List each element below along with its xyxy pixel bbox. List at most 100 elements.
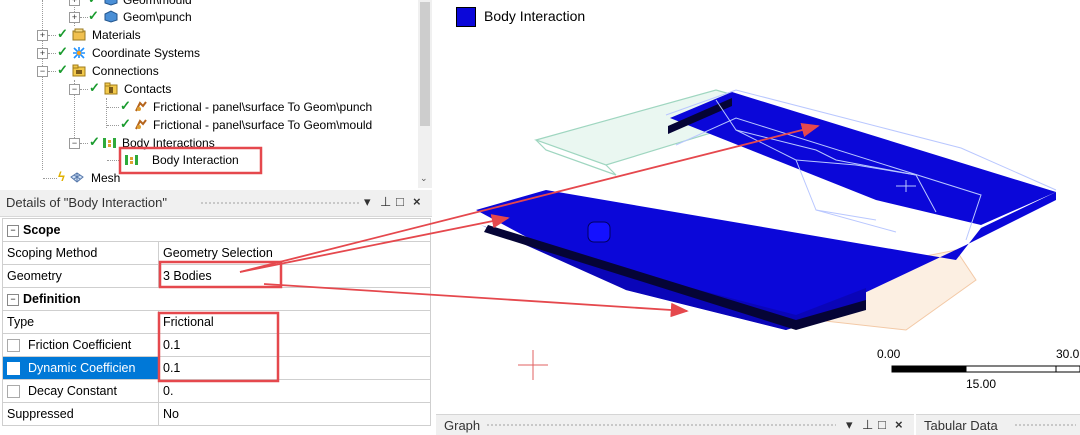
tree-connector (107, 125, 119, 126)
section-definition[interactable]: − Definition (2, 287, 431, 311)
row-suppressed[interactable]: Suppressed No (2, 402, 431, 426)
pin-icon[interactable]: ⊥ (380, 194, 391, 210)
tree-item-label: Coordinate Systems (92, 46, 201, 60)
details-title: Details of "Body Interaction" (6, 195, 167, 210)
tree-item-geom-punch[interactable]: + ✓ Geom\punch (0, 8, 418, 26)
row-friction-coefficient[interactable]: Friction Coefficient 0.1 (2, 333, 431, 357)
tree-connector (48, 35, 56, 36)
graphics-viewport[interactable]: Body Interaction 0.00 15.00 30.0 (436, 0, 1080, 410)
close-icon[interactable]: × (413, 194, 421, 209)
tree-connector (48, 71, 56, 72)
tree-item-body-interaction[interactable]: Body Interaction (0, 151, 418, 169)
tree-connector (80, 143, 88, 144)
section-scope[interactable]: − Scope (2, 218, 431, 242)
tree-item-coordinate-systems[interactable]: + ✓ Coordinate Systems (0, 44, 418, 62)
pin-icon[interactable]: ⊥ (862, 417, 873, 433)
expand-icon[interactable]: + (37, 30, 48, 41)
connections-folder-icon (72, 64, 86, 77)
parameter-checkbox[interactable] (7, 339, 20, 353)
header-grip (200, 201, 360, 205)
tree-item-label: Frictional - panel\surface To Geom\mould (153, 118, 373, 132)
property-name: Geometry (2, 264, 159, 288)
property-name-cell: Decay Constant (2, 379, 159, 403)
dropdown-icon[interactable]: ▾ (846, 417, 853, 433)
scroll-down-icon[interactable]: ⌄ (420, 173, 428, 184)
collapse-icon[interactable]: − (7, 293, 19, 306)
property-value[interactable]: Geometry Selection (158, 241, 431, 265)
expand-icon[interactable]: + (69, 12, 80, 23)
maximize-icon[interactable]: □ (396, 194, 404, 209)
dropdown-icon[interactable]: ▾ (364, 194, 371, 210)
contacts-folder-icon (104, 82, 118, 95)
expand-icon[interactable]: + (37, 48, 48, 59)
check-icon: ✓ (88, 8, 99, 23)
small-body-marker (587, 221, 611, 243)
row-decay-constant[interactable]: Decay Constant 0. (2, 379, 431, 403)
model-view[interactable] (436, 0, 1080, 410)
expand-icon[interactable]: + (69, 0, 80, 6)
tree-item-label: Body Interaction (152, 153, 239, 167)
legend-swatch (456, 7, 476, 27)
tree-item-label: Frictional - panel\surface To Geom\punch (153, 100, 373, 114)
collapse-icon[interactable]: − (69, 138, 80, 149)
row-scoping-method[interactable]: Scoping Method Geometry Selection (2, 241, 431, 265)
tree-item-frictional-punch[interactable]: ✓ Frictional - panel\surface To Geom\pun… (0, 98, 418, 116)
scale-label-mid: 15.00 (966, 377, 997, 391)
section-header[interactable]: − Scope (2, 218, 431, 242)
parameter-checkbox[interactable] (7, 362, 20, 376)
check-icon: ✓ (89, 80, 100, 95)
row-type[interactable]: Type Frictional (2, 310, 431, 334)
tree-item-label: Materials (92, 28, 141, 42)
lightning-icon: ϟ (58, 169, 65, 184)
row-dynamic-coefficient[interactable]: Dynamic Coefficien 0.1 (2, 356, 431, 380)
scrollbar-thumb[interactable] (420, 2, 430, 126)
graph-panel-header: Graph ▾ ⊥ □ × (436, 414, 914, 435)
property-name: Friction Coefficient (28, 337, 132, 352)
tree-item-label: Contacts (124, 82, 172, 96)
close-icon[interactable]: × (895, 417, 903, 432)
property-value[interactable]: No (158, 402, 431, 426)
tree-item-frictional-mould[interactable]: ✓ Frictional - panel\surface To Geom\mou… (0, 116, 418, 134)
tree-item-body-interactions[interactable]: − ✓ Body Interactions (0, 134, 418, 152)
tabular-data-panel-header: Tabular Data (916, 414, 1080, 435)
tree-item-label: Geom\punch (123, 10, 192, 24)
body-interactions-icon (103, 138, 116, 148)
tree-connector (107, 107, 119, 108)
tree-connector (48, 53, 56, 54)
contact-pair-icon (135, 119, 147, 130)
property-value[interactable]: Frictional (158, 310, 431, 334)
property-value[interactable]: 0.1 (158, 333, 431, 357)
collapse-icon[interactable]: − (7, 224, 19, 237)
parameter-checkbox[interactable] (7, 385, 20, 399)
tree-connector (80, 17, 88, 18)
tree-item-label: Mesh (91, 171, 121, 185)
property-value[interactable]: 3 Bodies (158, 264, 431, 288)
tree-item-label: Connections (92, 64, 159, 78)
check-icon: ✓ (57, 44, 68, 59)
tree-item-mesh[interactable]: ϟ Mesh (0, 169, 418, 187)
tree-item-materials[interactable]: + ✓ Materials (0, 26, 418, 44)
collapse-icon[interactable]: − (69, 84, 80, 95)
details-header: Details of "Body Interaction" ▾ ⊥ □ × (0, 190, 432, 217)
property-name-cell: Dynamic Coefficien (2, 356, 159, 380)
contact-pair-icon (135, 101, 147, 112)
body-icon (104, 0, 118, 6)
collapse-icon[interactable]: − (37, 66, 48, 77)
check-icon: ✓ (89, 134, 100, 149)
tree-item-connections[interactable]: − ✓ Connections (0, 62, 418, 80)
property-name: Suppressed (2, 402, 159, 426)
details-panel: Details of "Body Interaction" ▾ ⊥ □ × − S… (0, 190, 432, 434)
tree-connector (43, 178, 57, 179)
tree-connector (80, 89, 88, 90)
tree-scrollbar[interactable]: ⌄ (418, 0, 432, 188)
property-name: Scoping Method (2, 241, 159, 265)
maximize-icon[interactable]: □ (878, 417, 886, 432)
property-value[interactable]: 0.1 (158, 356, 431, 380)
property-value[interactable]: 0. (158, 379, 431, 403)
coordinate-systems-icon (73, 47, 85, 59)
header-grip (486, 423, 836, 427)
tree-item-contacts[interactable]: − ✓ Contacts (0, 80, 418, 98)
section-header[interactable]: − Definition (2, 287, 431, 311)
row-geometry[interactable]: Geometry 3 Bodies (2, 264, 431, 288)
section-label: Scope (23, 223, 61, 237)
